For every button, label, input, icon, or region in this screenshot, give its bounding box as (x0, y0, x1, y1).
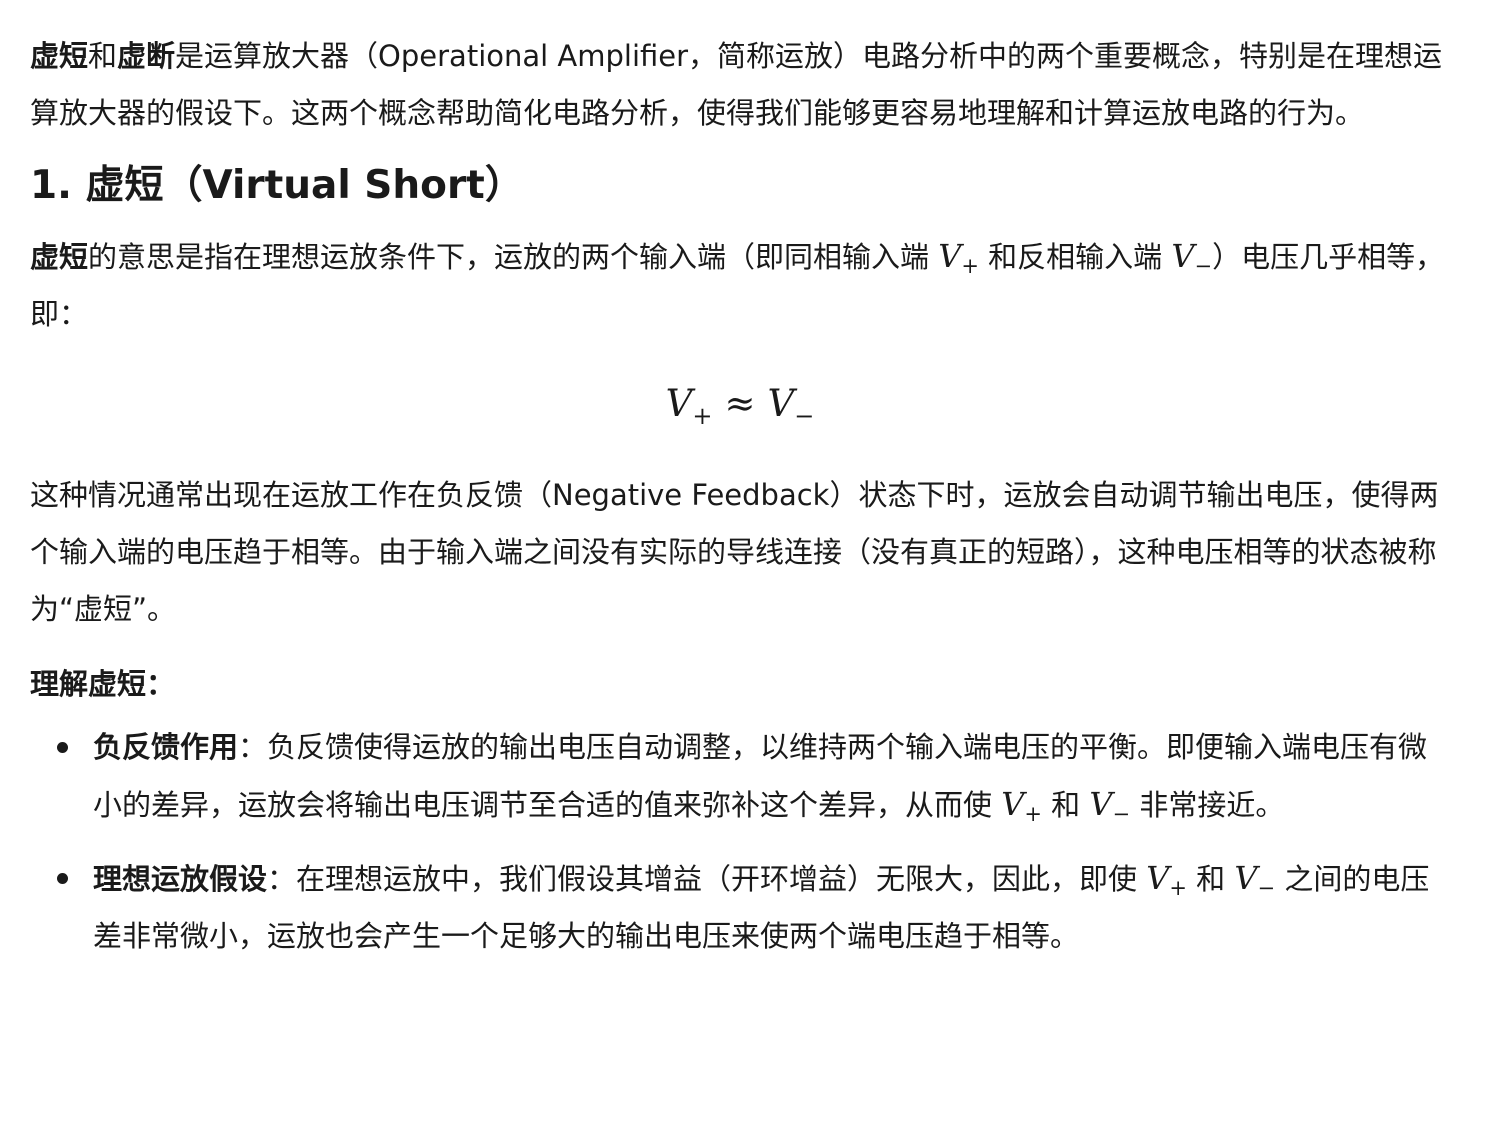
intro-text: 是运算放大器（Operational Amplifier，简称运放）电路分析中的… (30, 39, 1443, 130)
bullet-text-c: 非常接近。 (1130, 788, 1285, 822)
list-item: 负反馈作用：负反馈使得运放的输出电压自动调整，以维持两个输入端电压的平衡。即便输… (57, 719, 1450, 834)
bullet-dot-icon (57, 873, 68, 884)
formula-virtual-short: V+ ≈ V− (30, 365, 1450, 443)
formula-rhs: V− (767, 382, 815, 430)
subheading-understanding: 理解虚短： (30, 667, 176, 701)
intro-paragraph: 虚短和虚断是运算放大器（Operational Amplifier，简称运放）电… (30, 28, 1450, 142)
explanation-paragraph: 这种情况通常出现在运放工作在负反馈（Negative Feedback）状态下时… (30, 478, 1439, 626)
math-v-plus: V+ (1001, 785, 1042, 826)
math-v-minus: V− (1171, 237, 1213, 278)
bullet-text-b: 和 (1041, 788, 1090, 822)
definition-term: 虚短 (30, 240, 89, 274)
intro-term-virtual-open: 虚断 (117, 39, 176, 73)
formula-lhs: V+ (665, 382, 713, 430)
bullet-list: 负反馈作用：负反馈使得运放的输出电压自动调整，以维持两个输入端电压的平衡。即便输… (30, 719, 1450, 965)
math-v-minus: V− (1234, 859, 1276, 900)
bullet-term: 负反馈作用 (93, 730, 239, 764)
math-v-minus: V− (1089, 785, 1131, 826)
math-v-plus: V+ (1146, 859, 1187, 900)
intro-conjunction: 和 (88, 39, 118, 73)
section-heading-virtual-short: 1. 虚短（Virtual Short） (30, 163, 524, 208)
intro-term-virtual-short: 虚短 (30, 39, 89, 73)
definition-paragraph: 虚短的意思是指在理想运放条件下，运放的两个输入端（即同相输入端 V+ 和反相输入… (30, 228, 1450, 343)
definition-text-a: 的意思是指在理想运放条件下，运放的两个输入端（即同相输入端 (88, 240, 939, 274)
formula-approx-symbol: ≈ (724, 382, 756, 425)
bullet-term: 理想运放假设 (93, 862, 268, 896)
bullet-text-b: 和 (1186, 862, 1235, 896)
bullet-text-a: ：在理想运放中，我们假设其增益（开环增益）无限大，因此，即使 (267, 862, 1147, 896)
bullet-dot-icon (57, 742, 68, 753)
definition-text-b: 和反相输入端 (978, 240, 1172, 274)
math-v-plus: V+ (938, 237, 979, 278)
document-page: 虚短和虚断是运算放大器（Operational Amplifier，简称运放）电… (0, 0, 1510, 1121)
list-item: 理想运放假设：在理想运放中，我们假设其增益（开环增益）无限大，因此，即使 V+ … (57, 850, 1450, 965)
